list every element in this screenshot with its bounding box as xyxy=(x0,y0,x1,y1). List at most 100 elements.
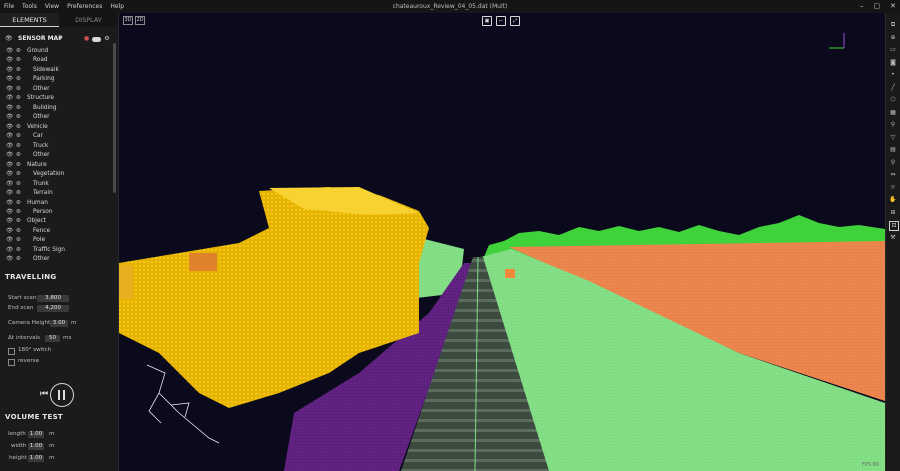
palette-icon[interactable]: ⊛ xyxy=(16,132,21,141)
box-select-icon[interactable]: ⊡ xyxy=(889,221,899,231)
palette-icon[interactable]: ⊛ xyxy=(16,189,21,198)
palette-icon[interactable]: ⊛ xyxy=(16,199,21,208)
palette-icon[interactable]: ⊛ xyxy=(16,56,21,65)
tree-item[interactable]: 👁 ⊛ Other xyxy=(0,113,113,122)
tree-item[interactable]: 👁 ⊛ Other xyxy=(0,255,113,264)
frame-icon[interactable]: ▭ xyxy=(889,46,897,54)
palette-icon[interactable]: ⊛ xyxy=(16,170,21,179)
end-scan-input[interactable]: 4,200 xyxy=(37,305,69,312)
tree-item[interactable]: 👁 ⊛ Parking xyxy=(0,75,113,84)
tree-item[interactable]: 👁 ⊛ Vegetation xyxy=(0,170,113,179)
eye-icon[interactable]: 👁 xyxy=(6,56,13,65)
tree-item[interactable]: 👁 ⊛ Vehicle xyxy=(0,123,113,132)
tree-item[interactable]: 👁 ⊛ Terrain xyxy=(0,189,113,198)
snapshot-icon[interactable]: ▣ xyxy=(482,16,492,26)
height-input[interactable]: 1.00 xyxy=(28,455,44,462)
eye-icon[interactable]: 👁 xyxy=(6,66,13,75)
eye-icon[interactable]: 👁 xyxy=(6,132,13,141)
close-icon[interactable]: ✕ xyxy=(890,0,896,13)
tree-item[interactable]: 👁 ⊛ Traffic Sign xyxy=(0,246,113,255)
tab-display[interactable]: DISPLAY xyxy=(59,13,118,27)
tree-item[interactable]: 👁 ⊛ Trunk xyxy=(0,180,113,189)
eye-icon[interactable]: 👁 xyxy=(6,189,13,198)
palette-icon[interactable]: ⊛ xyxy=(16,180,21,189)
eye-icon[interactable]: 👁 xyxy=(6,113,13,122)
palette-icon[interactable]: ⊛ xyxy=(16,227,21,236)
eye-icon[interactable]: 👁 xyxy=(6,104,13,113)
tree-item[interactable]: 👁 ⊛ Truck xyxy=(0,142,113,151)
cube-icon[interactable]: ▦ xyxy=(889,109,897,117)
tree-item[interactable]: 👁 ⊛ Structure xyxy=(0,94,113,103)
palette-icon[interactable]: ⊛ xyxy=(16,246,21,255)
visibility-toggle[interactable] xyxy=(92,36,102,42)
tree-item[interactable]: 👁 ⊛ Other xyxy=(0,151,113,160)
measure-icon[interactable]: ⌐ xyxy=(496,16,506,26)
minimize-icon[interactable]: – xyxy=(860,0,864,13)
length-input[interactable]: 1.00 xyxy=(28,431,44,438)
tool-icon[interactable]: ⚒ xyxy=(889,234,897,242)
layers-icon[interactable]: ⧉ xyxy=(889,21,897,29)
polygon-icon[interactable]: ⬡ xyxy=(889,96,897,104)
eye-icon[interactable]: 👁 xyxy=(6,180,13,189)
palette-icon[interactable]: ⊛ xyxy=(16,217,21,226)
eye-icon[interactable]: 👁 xyxy=(6,170,13,179)
eye-icon[interactable]: 👁 xyxy=(6,151,13,160)
eye-icon[interactable]: 👁 xyxy=(6,217,13,226)
eye-icon[interactable]: 👁 xyxy=(5,33,13,45)
palette-icon[interactable]: ⊛ xyxy=(16,151,21,160)
tab-elements[interactable]: ELEMENTS xyxy=(0,13,59,27)
tree-item[interactable]: 👁 ⊛ Sidewalk xyxy=(0,66,113,75)
switch-checkbox[interactable] xyxy=(8,348,15,355)
skip-back-icon[interactable]: ⏮ xyxy=(40,389,48,399)
tree-scrollbar[interactable] xyxy=(113,43,116,193)
tree-item[interactable]: 👁 ⊛ Object xyxy=(0,217,113,226)
point-icon[interactable]: • xyxy=(889,71,897,79)
eye-icon[interactable]: 👁 xyxy=(6,255,13,264)
palette-icon[interactable]: ⊛ xyxy=(16,75,21,84)
eye-icon[interactable]: 👁 xyxy=(6,75,13,84)
grid-icon[interactable]: ▤ xyxy=(889,146,897,154)
start-scan-input[interactable]: 3,800 xyxy=(37,295,69,302)
palette-icon[interactable]: ⊛ xyxy=(16,161,21,170)
eye-icon[interactable]: 👁 xyxy=(6,208,13,217)
ruler-icon[interactable]: ⊞ xyxy=(889,209,897,217)
palette-icon[interactable]: ⊛ xyxy=(16,94,21,103)
filter-icon[interactable]: ▽ xyxy=(889,134,897,142)
tree-item[interactable]: 👁 ⊛ Pole xyxy=(0,236,113,245)
crosshair-icon[interactable]: ⊕ xyxy=(889,34,897,42)
tree-item[interactable]: 👁 ⊛ Building xyxy=(0,104,113,113)
interval-input[interactable]: 50 xyxy=(45,335,60,342)
sun-icon[interactable]: ☼ xyxy=(889,184,897,192)
palette-icon[interactable]: ⊛ xyxy=(16,255,21,264)
palette-icon[interactable]: ● xyxy=(84,33,89,45)
tree-item[interactable]: 👁 ⊛ Ground xyxy=(0,47,113,56)
palette-icon[interactable]: ⊛ xyxy=(16,113,21,122)
filter-icon[interactable]: ▾ xyxy=(59,33,62,45)
eye-icon[interactable]: 👁 xyxy=(6,94,13,103)
eye-icon[interactable]: 👁 xyxy=(6,85,13,94)
eye-icon[interactable]: 👁 xyxy=(6,199,13,208)
palette-icon[interactable]: ⊛ xyxy=(16,208,21,217)
palette-icon[interactable]: ⊛ xyxy=(16,47,21,56)
palette-icon[interactable]: ⊛ xyxy=(16,123,21,132)
arrows-icon[interactable]: ⇔ xyxy=(889,171,897,179)
pause-button[interactable] xyxy=(50,383,74,407)
width-input[interactable]: 1.00 xyxy=(28,443,44,450)
eye-icon[interactable]: 👁 xyxy=(6,161,13,170)
view-2d-button[interactable]: 2D xyxy=(135,16,145,25)
camera-height-input[interactable]: 3.00 xyxy=(50,320,68,327)
palette-icon[interactable]: ⊛ xyxy=(16,104,21,113)
tree-item[interactable]: 👁 ⊛ Person xyxy=(0,208,113,217)
eye-icon[interactable]: 👁 xyxy=(6,246,13,255)
maximize-icon[interactable]: ▢ xyxy=(874,0,881,13)
palette-icon[interactable]: ⊛ xyxy=(16,85,21,94)
line-icon[interactable]: ╱ xyxy=(889,84,897,92)
point-cloud-viewport[interactable]: 3D 2D ▣ ⌐ ⤢ FPS 60 xyxy=(119,13,885,471)
eye-icon[interactable]: 👁 xyxy=(6,123,13,132)
tree-item[interactable]: 👁 ⊛ Human xyxy=(0,199,113,208)
palette-icon[interactable]: ⊛ xyxy=(16,66,21,75)
eye-icon[interactable]: 👁 xyxy=(6,236,13,245)
tree-item[interactable]: 👁 ⊛ Nature xyxy=(0,161,113,170)
hand-icon[interactable]: ✋ xyxy=(889,196,897,204)
view-3d-button[interactable]: 3D xyxy=(123,16,133,25)
